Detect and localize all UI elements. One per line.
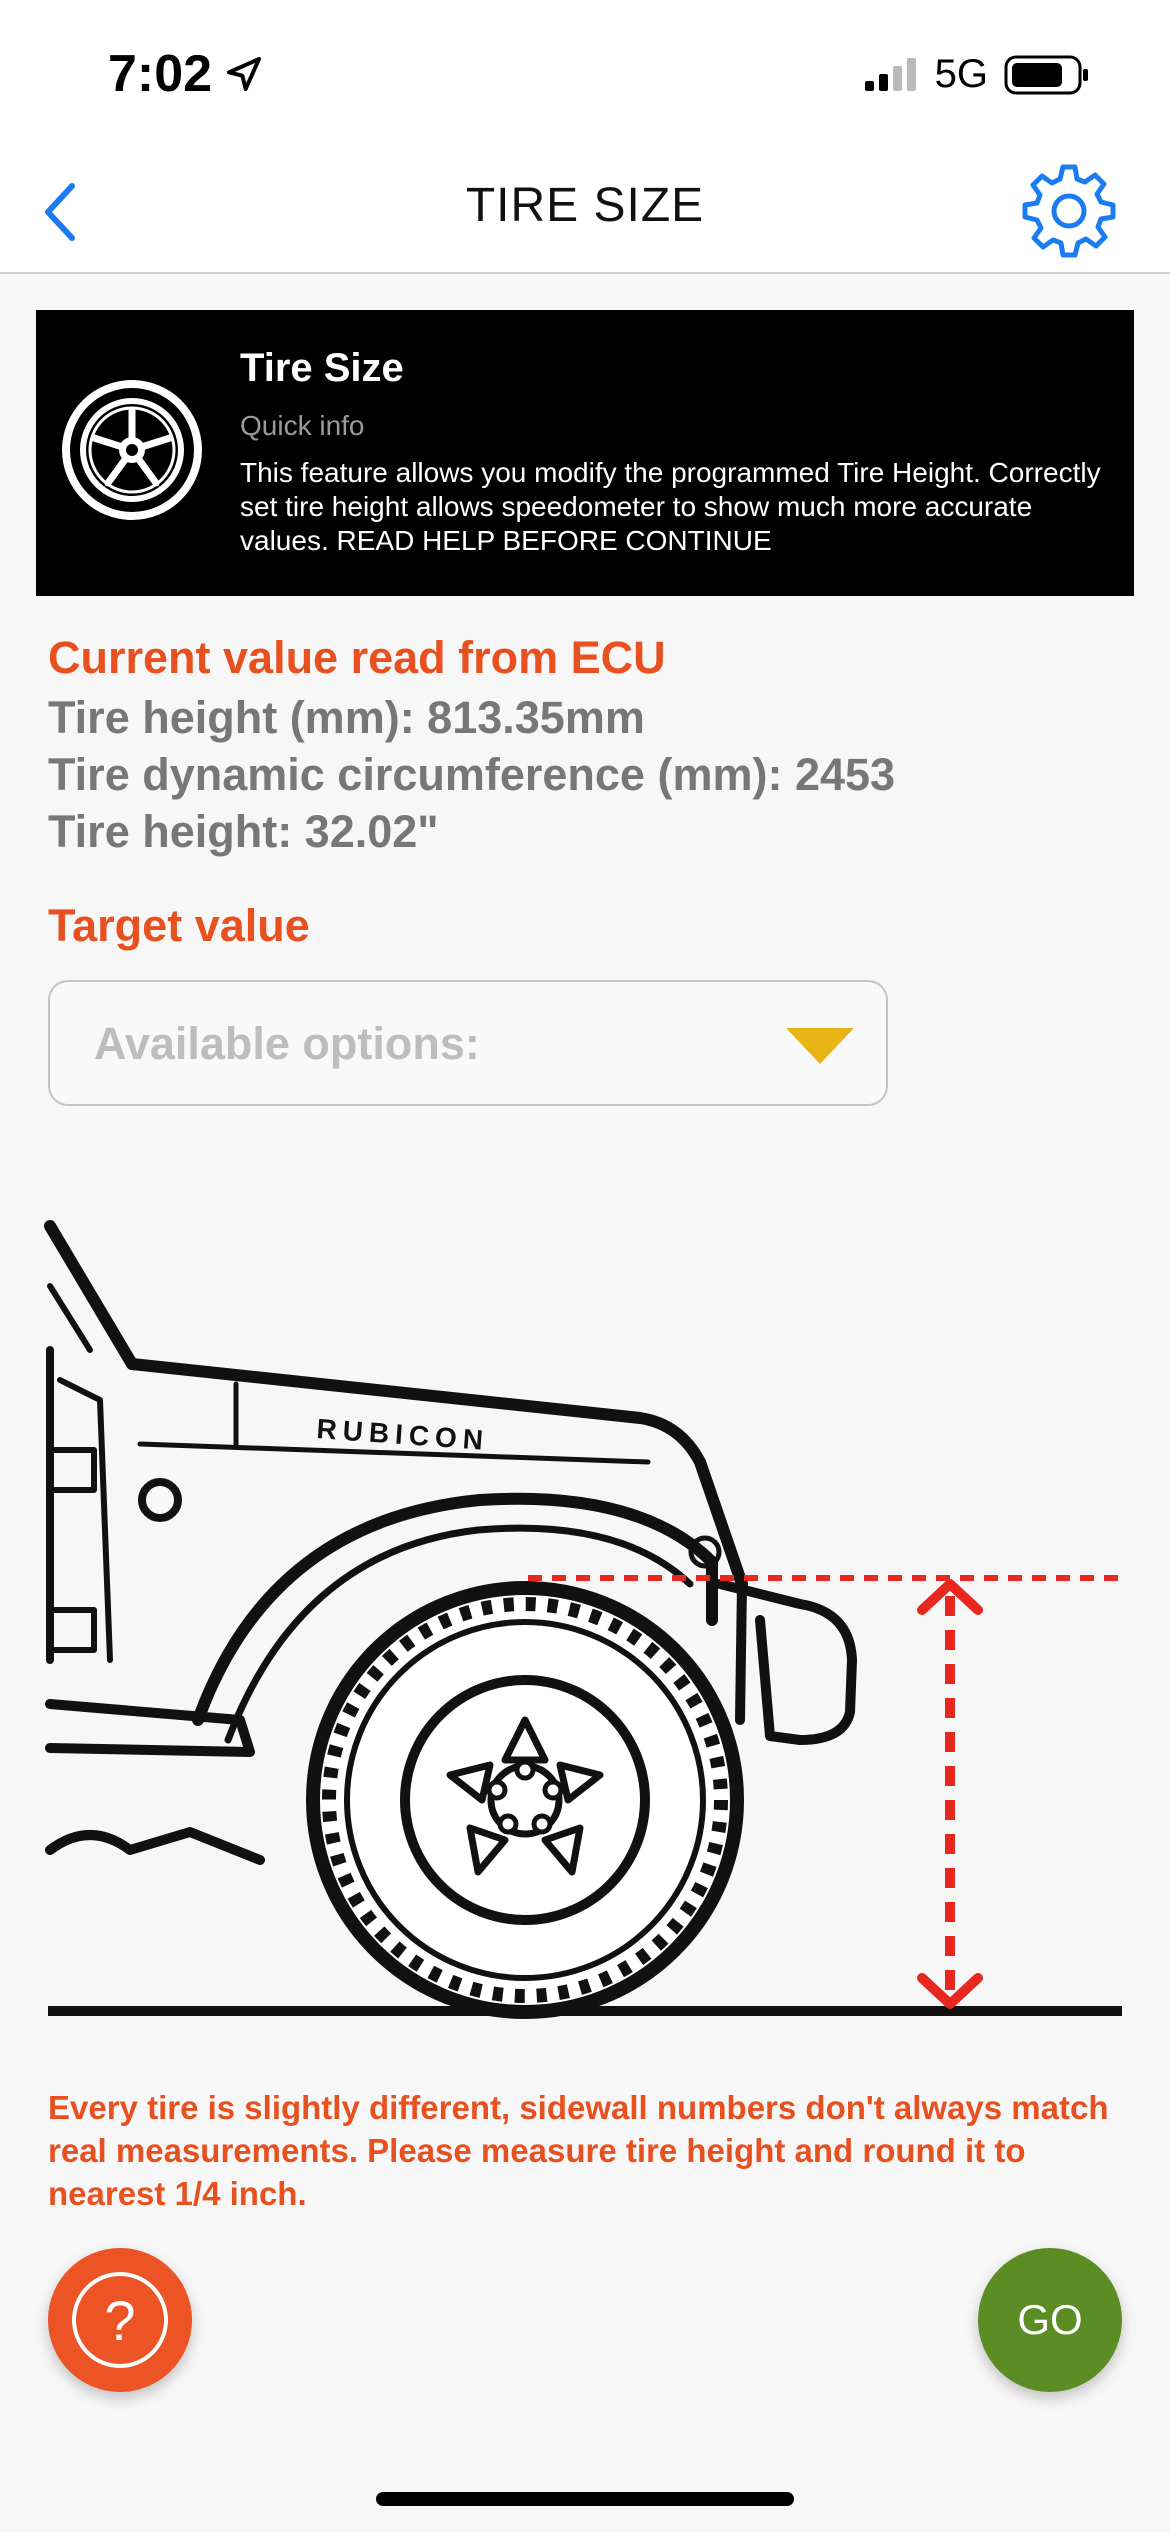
tire-circumference-value: Tire dynamic circumference (mm): 2453 [48, 749, 896, 800]
banner-subtitle: Quick info [240, 410, 365, 441]
nav-bar: TIRE SIZE [0, 150, 1170, 274]
target-value-heading: Target value [48, 900, 310, 951]
status-time: 7:02 [108, 44, 264, 104]
options-dropdown[interactable]: Available options: [48, 980, 888, 1106]
page-title: TIRE SIZE [465, 179, 705, 232]
wheel-icon [62, 380, 202, 520]
status-bar: 7:02 5G [0, 0, 1170, 150]
current-value-heading: Current value read from ECU [48, 632, 666, 683]
location-arrow-icon [227, 57, 262, 91]
home-indicator [376, 2492, 794, 2506]
status-time-text: 7:02 [108, 45, 213, 103]
status-indicators: 5G [863, 52, 1090, 97]
question-icon: ? [72, 2272, 168, 2368]
gear-icon [1022, 164, 1116, 258]
dropdown-triangle-icon [786, 1028, 854, 1064]
info-banner: Tire Size Quick info This feature allows… [36, 310, 1134, 596]
banner-description: This feature allows you modify the progr… [240, 457, 1101, 556]
go-button[interactable]: GO [978, 2248, 1122, 2392]
options-placeholder: Available options: [94, 1018, 480, 1069]
measurement-notice: Every tire is slightly different, sidewa… [48, 2089, 1109, 2212]
tire-measurement-illustration: RUBICON [44, 1220, 1122, 2019]
tire-height-mm-value: Tire height (mm): 813.35mm [48, 692, 645, 743]
banner-title: Tire Size [240, 346, 404, 390]
settings-button[interactable] [1014, 156, 1124, 266]
signal-icon [864, 57, 916, 91]
battery-icon [1004, 55, 1088, 94]
help-button[interactable]: ? [48, 2248, 192, 2392]
network-label: 5G [934, 52, 988, 96]
tire-height-inch-value: Tire height: 32.02" [48, 806, 439, 857]
